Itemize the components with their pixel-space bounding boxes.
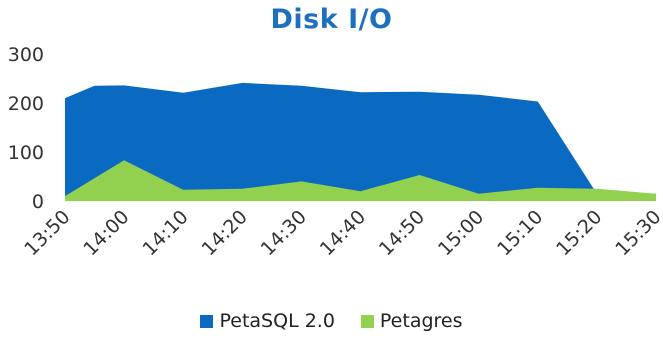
x-tick-label: 15:30 xyxy=(611,206,663,260)
area-chart: 0 100 200 300 13:50 14:00 14:10 14:20 14:30 14:4… xyxy=(8,44,663,260)
x-tick-label: 14:00 xyxy=(79,206,133,260)
legend-swatch-petasql xyxy=(200,314,214,328)
legend-item-petasql: PetaSQL 2.0 xyxy=(200,310,335,332)
x-tick-label: 14:10 xyxy=(138,206,192,260)
y-tick-label: 0 xyxy=(32,191,44,213)
chart-legend: PetaSQL 2.0 Petagres xyxy=(0,310,663,332)
x-tick-label: 15:20 xyxy=(552,206,606,260)
x-tick-label: 15:00 xyxy=(434,206,488,260)
x-tick-label: 14:20 xyxy=(198,206,252,260)
legend-item-petagres: Petagres xyxy=(360,310,463,332)
x-tick-label: 14:30 xyxy=(257,206,311,260)
x-tick-label: 13:50 xyxy=(20,206,74,260)
legend-label-petasql: PetaSQL 2.0 xyxy=(219,310,335,332)
x-tick-label: 15:10 xyxy=(493,206,547,260)
legend-label-petagres: Petagres xyxy=(379,310,463,332)
y-tick-label: 300 xyxy=(8,44,44,66)
y-tick-label: 200 xyxy=(8,93,44,115)
legend-swatch-petagres xyxy=(360,314,374,328)
x-tick-label: 14:50 xyxy=(375,206,429,260)
x-tick-label: 14:40 xyxy=(316,206,370,260)
y-tick-label: 100 xyxy=(8,142,44,164)
